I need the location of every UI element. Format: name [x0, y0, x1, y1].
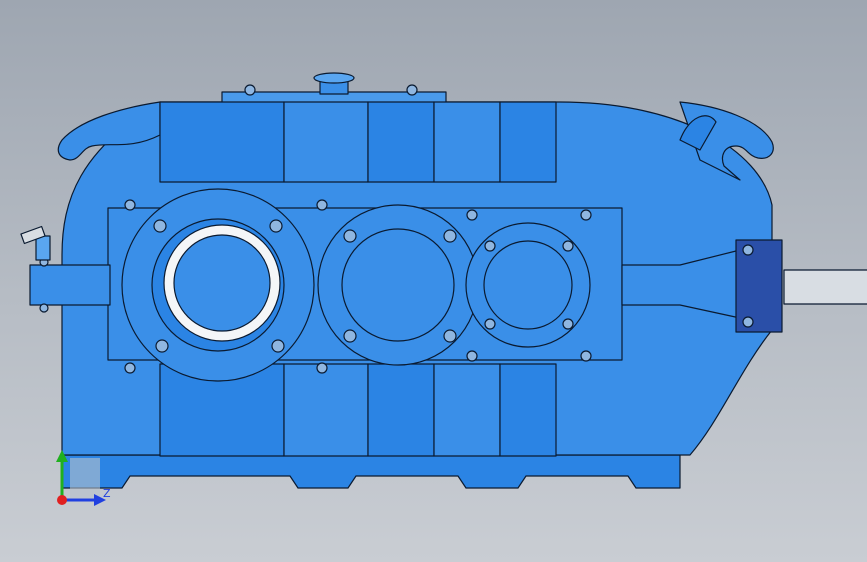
- bolt: [39, 303, 49, 313]
- bolt: [742, 316, 754, 328]
- x-axis-origin: [57, 495, 67, 505]
- upper-panel-2: [283, 101, 369, 183]
- bolt: [153, 219, 167, 233]
- upper-panel-3: [367, 101, 435, 183]
- bolt: [316, 362, 328, 374]
- output-shaft[interactable]: [783, 269, 867, 305]
- bolt: [244, 84, 256, 96]
- oil-valve[interactable]: [20, 225, 51, 261]
- upper-panel-1: [159, 101, 285, 183]
- middle-bearing-seat: [341, 228, 455, 342]
- bolt: [466, 350, 478, 362]
- bolt: [443, 329, 457, 343]
- output-bearing-seat: [483, 240, 573, 330]
- left-shaft-housing: [29, 264, 111, 306]
- gearbox-model[interactable]: Z: [0, 0, 867, 562]
- breather-cap: [313, 72, 355, 84]
- bolt: [406, 84, 418, 96]
- bolt: [443, 229, 457, 243]
- lower-panel-3: [367, 363, 435, 457]
- bolt: [269, 219, 283, 233]
- base-plate: [61, 454, 681, 489]
- bolt: [316, 199, 328, 211]
- upper-panel-4: [433, 101, 501, 183]
- bolt: [580, 350, 592, 362]
- lower-panel-4: [433, 363, 501, 457]
- bolt: [580, 209, 592, 221]
- lower-panel-5: [499, 363, 557, 457]
- lower-panel-2: [283, 363, 369, 457]
- bolt: [155, 339, 169, 353]
- bolt: [742, 244, 754, 256]
- right-bearing-cap: [735, 239, 783, 333]
- upper-panel-5: [499, 101, 557, 183]
- bolt: [271, 339, 285, 353]
- 3d-viewport[interactable]: Z: [0, 0, 867, 562]
- bolt: [484, 240, 496, 252]
- input-bore: [173, 234, 271, 332]
- bolt: [124, 199, 136, 211]
- bolt: [562, 318, 574, 330]
- bolt: [343, 229, 357, 243]
- bolt: [466, 209, 478, 221]
- bolt: [124, 362, 136, 374]
- bolt: [343, 329, 357, 343]
- bolt: [562, 240, 574, 252]
- z-axis-label: Z: [103, 487, 111, 500]
- bolt: [484, 318, 496, 330]
